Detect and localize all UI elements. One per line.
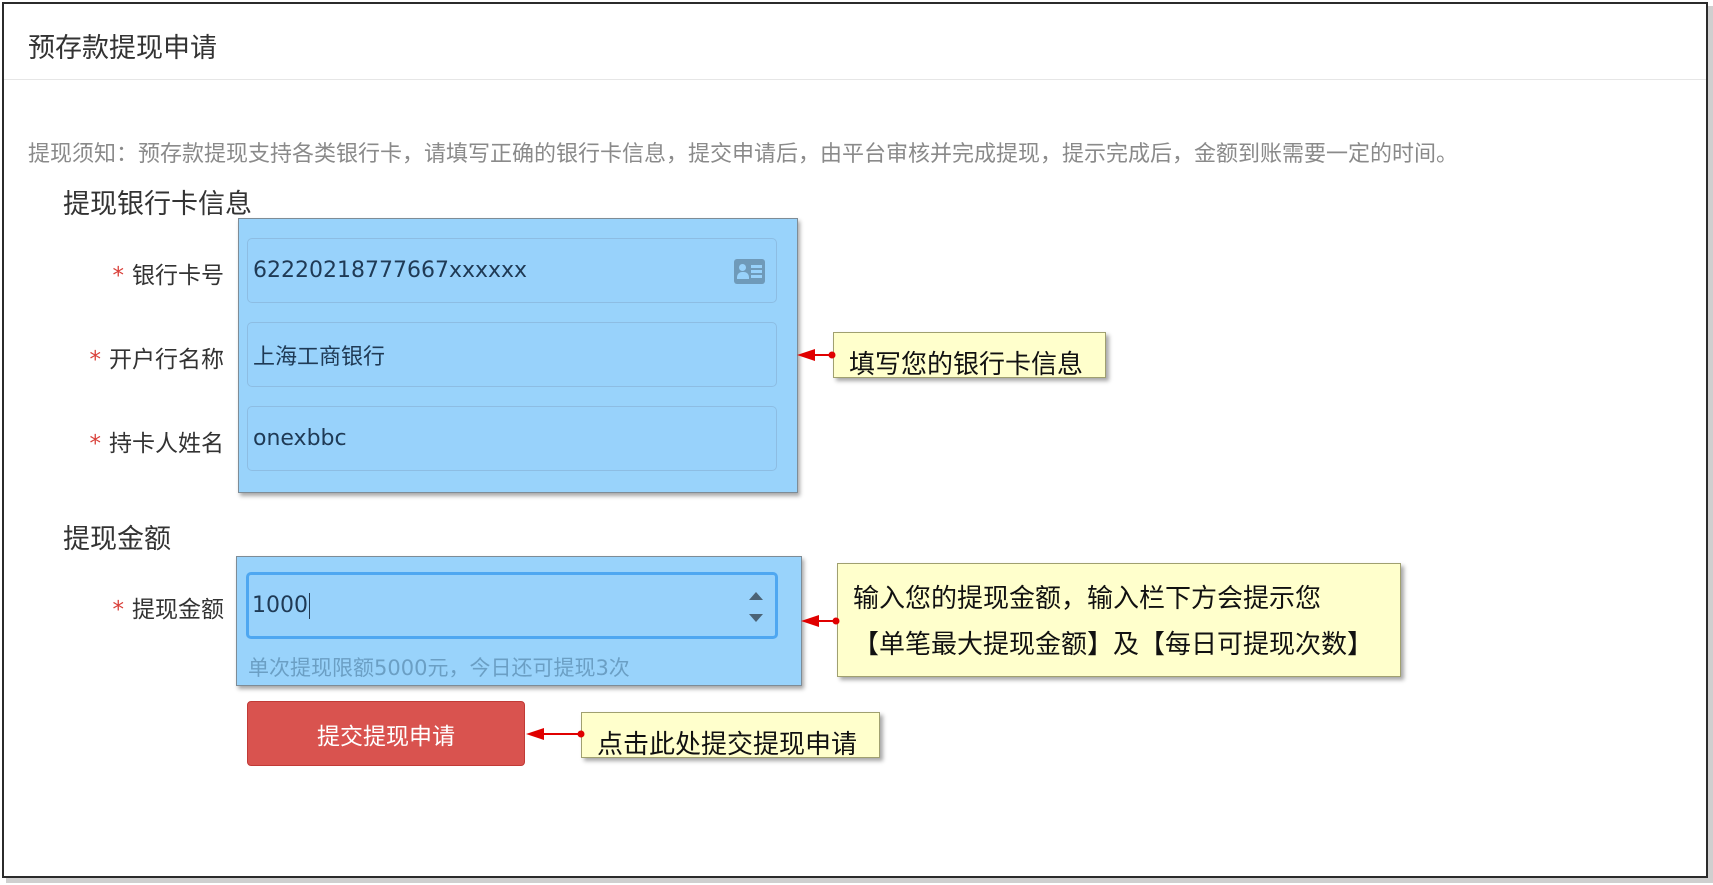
callout-arrows <box>526 349 840 740</box>
arrow-amount <box>801 615 840 627</box>
arrow-submit <box>526 728 585 740</box>
arrow-bank-info <box>797 349 836 361</box>
